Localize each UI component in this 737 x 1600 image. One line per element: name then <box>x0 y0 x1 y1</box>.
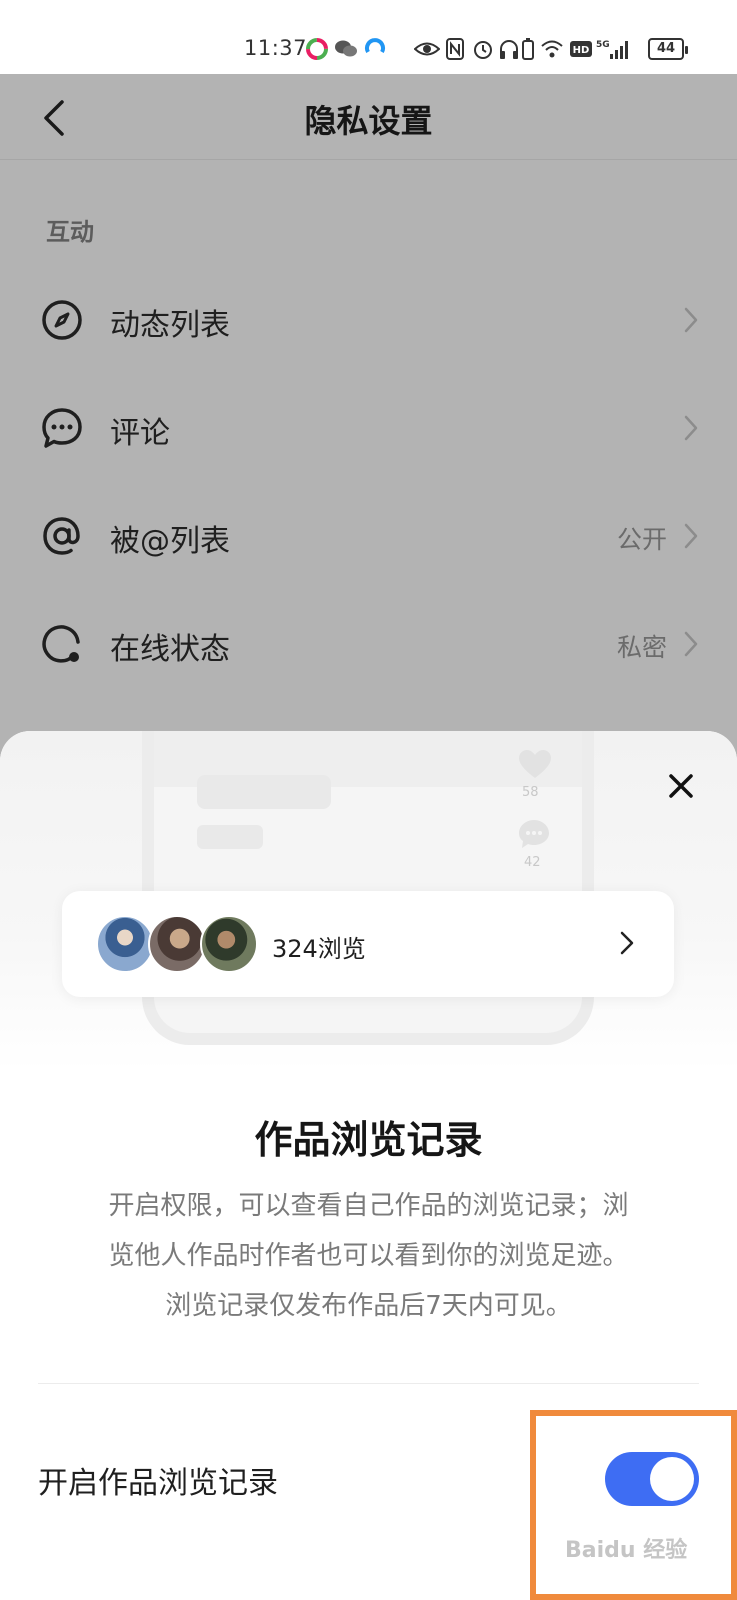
row-value: 私密 <box>616 633 667 662</box>
hd-icon: HD <box>570 41 592 57</box>
status-bar: 11:37 HD 5G 44 <box>0 0 737 74</box>
nfc-icon <box>446 38 464 60</box>
row-mentions[interactable]: 被@列表 公开 <box>0 482 737 590</box>
toggle-label: 开启作品浏览记录 <box>38 1466 278 1501</box>
status-time: 11:37 <box>244 36 308 60</box>
heart-icon <box>519 750 551 778</box>
sheet-description-line: 览他人作品时作者也可以看到你的浏览足迹。 <box>108 1241 629 1271</box>
avatar <box>200 915 258 973</box>
sheet-title: 作品浏览记录 <box>254 1118 483 1162</box>
comment-bubble-icon <box>519 820 549 848</box>
comment-icon <box>42 408 82 448</box>
compass-icon <box>42 300 82 340</box>
row-label: 在线状态 <box>110 632 230 667</box>
at-icon <box>43 517 80 555</box>
phone-mockup: 58 42 <box>142 731 594 1045</box>
chevron-right-icon <box>684 523 698 549</box>
row-value: 公开 <box>616 525 667 554</box>
watermark: Baidu 经验 <box>565 1538 688 1563</box>
row-dynamic-list[interactable]: 动态列表 <box>0 266 737 374</box>
placeholder-bar <box>197 825 263 849</box>
chevron-right-icon <box>684 415 698 441</box>
sheet-description-line: 浏览记录仅发布作品后7天内可见。 <box>165 1291 572 1321</box>
5g-signal-icon: 5G <box>596 40 628 59</box>
highlight-box <box>530 1410 737 1600</box>
chevron-right-icon <box>620 931 634 955</box>
wechat-icon <box>335 40 357 57</box>
heart-count: 58 <box>522 785 539 800</box>
svg-text:5G: 5G <box>596 40 610 50</box>
chevron-right-icon <box>684 307 698 333</box>
headphones-icon <box>500 40 518 59</box>
app-icon-1 <box>306 38 328 60</box>
battery-small-icon <box>522 38 534 60</box>
section-label: 互动 <box>46 218 94 246</box>
svg-text:HD: HD <box>573 45 590 56</box>
page-title: 隐私设置 <box>304 102 433 140</box>
row-online-status[interactable]: 在线状态 私密 <box>0 590 737 698</box>
chevron-right-icon <box>684 631 698 657</box>
avatar <box>96 915 154 973</box>
alarm-icon <box>474 41 492 59</box>
avatar <box>148 915 206 973</box>
placeholder-bar <box>197 775 331 809</box>
view-count: 324浏览 <box>272 935 366 963</box>
sheet-description-line: 开启权限，可以查看自己作品的浏览记录；浏 <box>108 1191 629 1221</box>
online-status-icon <box>42 625 80 663</box>
row-comments[interactable]: 评论 <box>0 374 737 482</box>
row-label: 动态列表 <box>110 308 230 343</box>
comment-count: 42 <box>524 855 541 870</box>
divider <box>38 1383 699 1384</box>
close-icon[interactable] <box>668 773 694 799</box>
row-label: 评论 <box>110 416 170 451</box>
app-icon-2 <box>365 38 385 53</box>
viewers-card: 324浏览 <box>62 891 674 997</box>
eye-icon <box>414 42 440 56</box>
wifi-icon <box>541 40 563 58</box>
battery-indicator: 44 <box>648 38 688 60</box>
row-label: 被@列表 <box>110 524 230 559</box>
nav-bar: 隐私设置 <box>0 74 737 160</box>
